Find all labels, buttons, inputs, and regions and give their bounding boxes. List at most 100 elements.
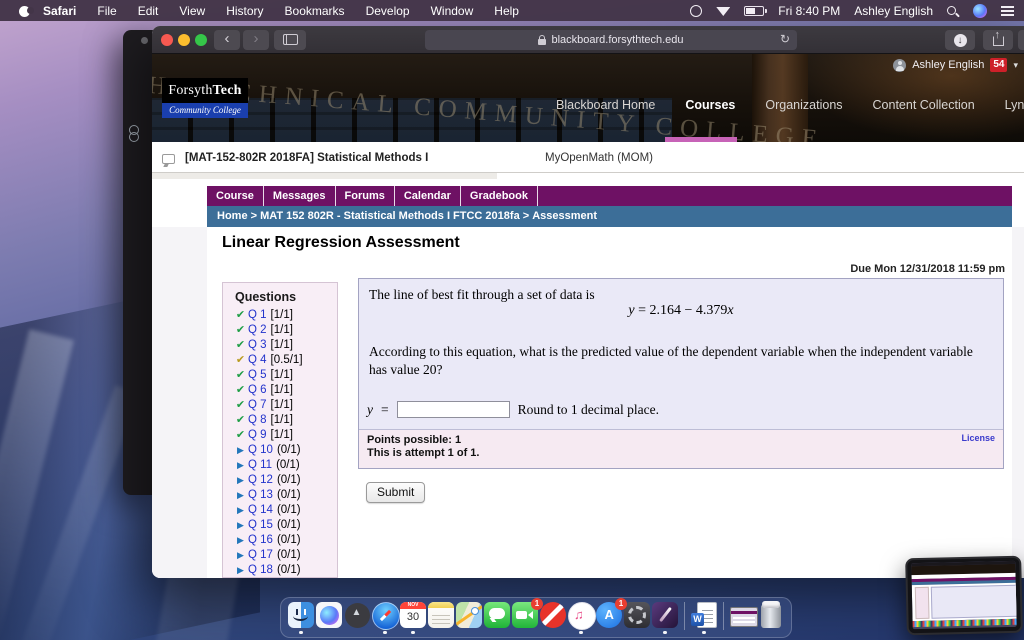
question-link[interactable]: ▶ Q 13 (0/1) [223, 488, 337, 503]
sidebar-toggle-button[interactable] [274, 30, 306, 50]
dock-safari-icon[interactable] [372, 602, 400, 634]
battery-icon[interactable] [744, 5, 768, 16]
dock-system-preferences-icon[interactable] [624, 602, 650, 631]
breadcrumb[interactable]: Home > MAT 152 802R - Statistical Method… [207, 206, 1012, 227]
question-link[interactable]: ✔ Q 8 [1/1] [223, 413, 337, 428]
dock-pen-app-icon[interactable] [652, 602, 678, 634]
license-link[interactable]: License [961, 433, 995, 443]
site-nav-blackboard-home[interactable]: Blackboard Home [556, 98, 655, 112]
questions-list: ✔ Q 1 [1/1] ✔ Q 2 [1/1] ✔ Q 3 [1/1] ✔ Q 4 [0.5/1] ✔ Q… [223, 308, 337, 578]
question-link[interactable]: ▶ Q 18 (0/1) [223, 563, 337, 578]
running-indicator [299, 630, 303, 634]
running-indicator [411, 630, 415, 634]
course-nav-gradebook[interactable]: Gradebook [461, 186, 538, 206]
menu-user[interactable]: Ashley English [854, 4, 933, 18]
site-banner: TH TECHNICAL COMMUNITY COLLEGE ForsythTe… [152, 54, 1024, 142]
site-nav-content-collection[interactable]: Content Collection [873, 98, 975, 112]
question-link[interactable]: ▶ Q 16 (0/1) [223, 533, 337, 548]
menu-edit[interactable]: Edit [138, 4, 159, 18]
dock-notes-icon[interactable] [428, 602, 454, 631]
dock-launchpad-icon[interactable] [344, 602, 370, 631]
site-nav-lynda-com[interactable]: Lynda.com [1005, 98, 1024, 112]
wifi-icon[interactable] [716, 6, 731, 16]
menu-develop[interactable]: Develop [366, 4, 410, 18]
creative-cloud-icon[interactable] [690, 4, 703, 17]
address-bar[interactable]: blackboard.forsythtech.edu ↻ [425, 30, 797, 50]
dock-itunes-icon[interactable] [568, 602, 596, 634]
screenshot-preview-window[interactable] [905, 555, 1023, 636]
course-nav-course[interactable]: Course [207, 186, 264, 206]
lock-icon [538, 34, 547, 45]
menu-history[interactable]: History [226, 4, 263, 18]
spotlight-icon[interactable] [947, 6, 956, 15]
downloads-button[interactable]: ↓ [945, 30, 975, 50]
menu-clock[interactable]: Fri 8:40 PM [778, 4, 840, 18]
check-icon: ✔ [235, 414, 246, 426]
question-intro: The line of best fit through a set of da… [369, 287, 595, 302]
minimize-button[interactable] [178, 34, 190, 46]
user-menu[interactable]: Ashley English 54 ▾ [893, 58, 1018, 72]
forward-button[interactable]: › [243, 30, 269, 50]
check-icon: ✔ [235, 339, 246, 351]
forsyth-tech-logo[interactable]: ForsythTech Community College [162, 78, 248, 118]
course-tab-bar: [MAT-152-802R 2018FA] Statistical Method… [152, 142, 1024, 186]
dock-siri-icon[interactable] [316, 602, 342, 631]
close-button[interactable] [161, 34, 173, 46]
site-nav-organizations[interactable]: Organizations [765, 98, 842, 112]
question-link[interactable]: ✔ Q 3 [1/1] [223, 338, 337, 353]
submit-button[interactable]: Submit [366, 482, 426, 503]
arrow-icon: ▶ [237, 535, 244, 545]
question-link[interactable]: ▶ Q 17 (0/1) [223, 548, 337, 563]
menu-help[interactable]: Help [494, 4, 519, 18]
answer-row: y = Round to 1 decimal place. [367, 401, 659, 418]
menu-window[interactable]: Window [431, 4, 474, 18]
dock-word-document-icon[interactable] [691, 602, 717, 634]
apple-menu-icon[interactable] [18, 4, 34, 17]
menu-status: Fri 8:40 PM Ashley English [690, 3, 1014, 18]
dock-finder-icon[interactable] [288, 602, 314, 634]
menu-file[interactable]: File [97, 4, 116, 18]
question-link[interactable]: ✔ Q 1 [1/1] [223, 308, 337, 323]
question-link[interactable]: ✔ Q 9 [1/1] [223, 428, 337, 443]
dock-messages-icon[interactable] [484, 602, 510, 631]
question-box: The line of best fit through a set of da… [358, 278, 1004, 469]
answer-input[interactable] [396, 401, 510, 418]
question-link[interactable]: ▶ Q 14 (0/1) [223, 503, 337, 518]
dock-calendar-icon[interactable]: NOV 30 [400, 602, 426, 634]
question-link[interactable]: ▶ Q 15 (0/1) [223, 518, 337, 533]
dock-news-icon[interactable] [540, 602, 566, 631]
siri-icon[interactable] [973, 3, 987, 18]
question-link[interactable]: ✔ Q 5 [1/1] [223, 368, 337, 383]
share-button[interactable] [983, 26, 1013, 50]
question-link[interactable]: ✔ Q 7 [1/1] [223, 398, 337, 413]
menu-view[interactable]: View [179, 4, 205, 18]
zoom-button[interactable] [195, 34, 207, 46]
question-link[interactable]: ✔ Q 2 [1/1] [223, 323, 337, 338]
course-nav-forums[interactable]: Forums [336, 186, 395, 206]
question-link[interactable]: ✔ Q 6 [1/1] [223, 383, 337, 398]
menu-safari[interactable]: Safari [43, 4, 76, 18]
dock-maps-icon[interactable] [456, 602, 482, 631]
window-control-dot[interactable] [141, 37, 148, 44]
dock-separator [723, 602, 724, 630]
dock-trash-icon[interactable] [758, 601, 784, 631]
course-nav-calendar[interactable]: Calendar [395, 186, 461, 206]
page-tab[interactable]: MyOpenMath (MOM) [545, 152, 653, 164]
dock-facetime-icon[interactable]: 1 [512, 598, 543, 631]
notification-center-icon[interactable] [1001, 5, 1014, 16]
question-link[interactable]: ▶ Q 10 (0/1) [223, 443, 337, 458]
question-link[interactable]: ✔ Q 4 [0.5/1] [223, 353, 337, 368]
course-tab[interactable]: [MAT-152-802R 2018FA] Statistical Method… [185, 152, 428, 164]
site-nav-courses[interactable]: Courses [685, 98, 735, 112]
dock-app-store-icon[interactable]: 1 [596, 598, 627, 631]
arrow-icon: ▶ [237, 565, 244, 575]
dock-minimized-window-icon[interactable] [730, 602, 758, 631]
share-icon [992, 26, 1004, 46]
course-nav-messages[interactable]: Messages [264, 186, 336, 206]
back-button[interactable]: ‹ [214, 30, 240, 50]
question-link[interactable]: ▶ Q 11 (0/1) [223, 458, 337, 473]
question-link[interactable]: ▶ Q 12 (0/1) [223, 473, 337, 488]
menu-bookmarks[interactable]: Bookmarks [285, 4, 345, 18]
refresh-icon[interactable]: ↻ [780, 32, 790, 46]
tabs-button[interactable] [1018, 30, 1024, 50]
